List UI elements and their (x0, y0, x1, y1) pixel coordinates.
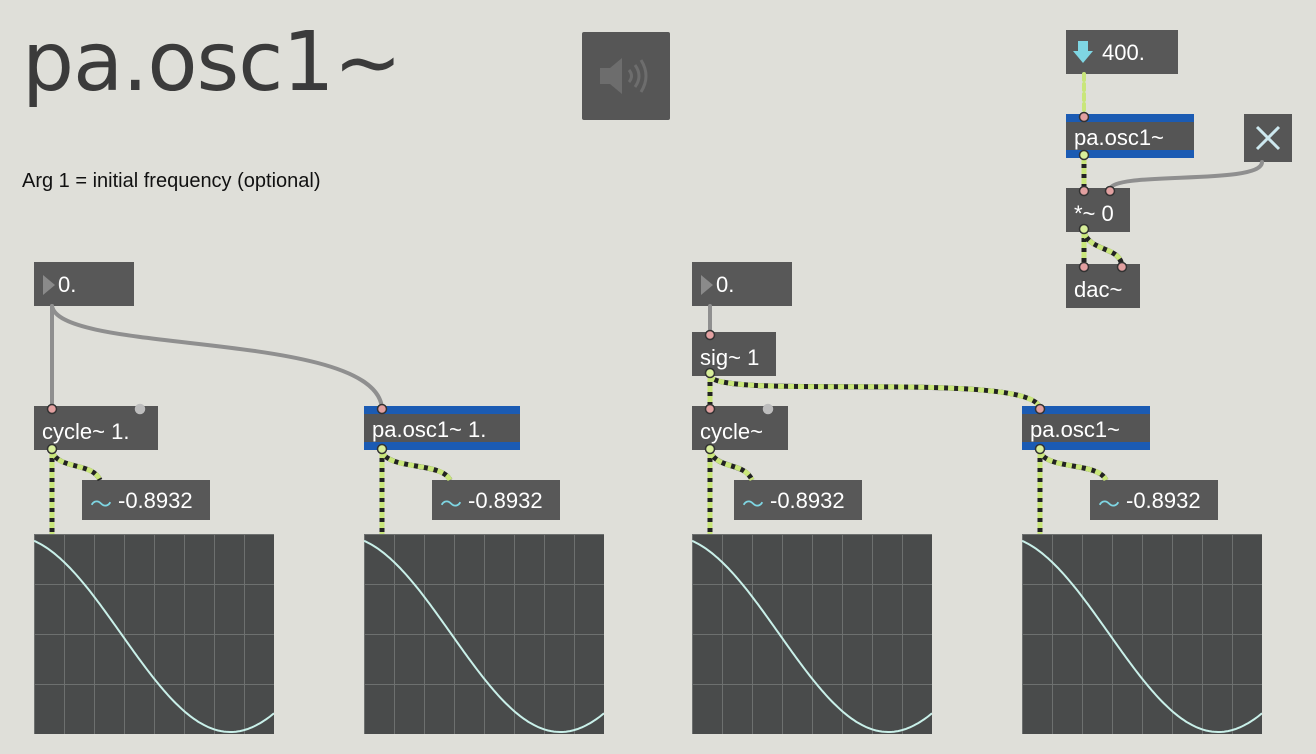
control-cord (50, 304, 384, 410)
inlet (134, 403, 146, 415)
outlet (1078, 223, 1090, 235)
inlet (1078, 185, 1090, 197)
inlet (762, 403, 774, 415)
patch-cords-layer (46, 72, 1264, 534)
inlet (1078, 111, 1090, 123)
inlet (1034, 403, 1046, 415)
outlet (704, 443, 716, 455)
inlet (46, 403, 58, 415)
outlet (376, 443, 388, 455)
outlet (1078, 149, 1090, 161)
outlet (704, 367, 716, 379)
inlet (1078, 261, 1090, 273)
signal-cord (707, 374, 1043, 410)
inlet (704, 403, 716, 415)
inlet (1104, 185, 1116, 197)
inlet (704, 329, 716, 341)
outlet (1034, 443, 1046, 455)
control-cord (1108, 160, 1264, 192)
inlet (1116, 261, 1128, 273)
inlet (376, 403, 388, 415)
outlet (46, 443, 58, 455)
